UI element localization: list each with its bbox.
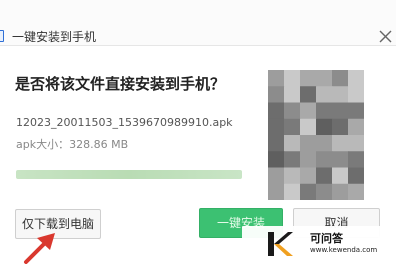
- qr-pixel: [332, 183, 349, 200]
- red-arrow-icon: [24, 233, 55, 264]
- file-size: apk大小：328.86 MB: [16, 138, 129, 151]
- qr-pixel: [284, 102, 301, 120]
- qr-pixel: [332, 151, 349, 168]
- qr-pixel: [316, 86, 333, 103]
- qr-pixel: [300, 151, 317, 168]
- qr-pixel: [348, 135, 364, 152]
- title-bar: 一键安装到手机: [0, 0, 396, 46]
- qr-pixel: [316, 118, 333, 136]
- qr-pixel: [268, 70, 285, 87]
- qr-pixel: [284, 70, 301, 87]
- progress-fill: [16, 170, 242, 179]
- qr-pixel: [284, 183, 301, 200]
- qr-pixel: [300, 70, 317, 87]
- qr-pixel: [348, 118, 364, 136]
- qr-pixel: [268, 118, 285, 136]
- file-name: 12023_20011503_1539670989910.apk: [16, 116, 233, 129]
- qr-code-image: [268, 70, 364, 200]
- watermark-site-name: 可问答: [310, 232, 343, 245]
- qr-pixel: [316, 183, 333, 200]
- qr-pixel: [332, 135, 349, 152]
- k-logo-icon: [268, 232, 293, 256]
- qr-pixel: [332, 70, 349, 87]
- watermark-site-url: www.kewenda.com: [310, 246, 378, 254]
- qr-pixel: [348, 86, 364, 103]
- install-dialog: 一键安装到手机 是否将该文件直接安装到手机？ 12023_20011503_15…: [0, 0, 396, 264]
- qr-pixel: [348, 102, 364, 120]
- qr-pixel: [268, 135, 285, 152]
- qr-pixel: [268, 183, 285, 200]
- qr-pixel: [316, 70, 333, 87]
- qr-pixel: [332, 167, 349, 185]
- qr-pixel: [284, 151, 301, 168]
- qr-pixel: [284, 118, 301, 136]
- qr-pixel: [348, 167, 364, 185]
- qr-pixel: [268, 86, 285, 103]
- watermark: 可问答 www.kewenda.com: [242, 226, 390, 260]
- qr-pixel: [348, 183, 364, 200]
- qr-pixel: [300, 118, 317, 136]
- qr-pixel: [316, 151, 333, 168]
- qr-pixel: [332, 118, 349, 136]
- qr-pixel: [284, 167, 301, 185]
- qr-pixel: [316, 102, 333, 120]
- qr-pixel: [332, 102, 349, 120]
- qr-pixel: [332, 86, 349, 103]
- progress-bar: [16, 170, 242, 179]
- qr-pixel: [284, 86, 301, 103]
- qr-pixel: [268, 167, 285, 185]
- qr-pixel: [316, 135, 333, 152]
- qr-pixel: [300, 135, 317, 152]
- install-question: 是否将该文件直接安装到手机？: [15, 75, 226, 93]
- qr-pixel: [316, 167, 333, 185]
- qr-pixel: [300, 102, 317, 120]
- qr-pixel: [284, 135, 301, 152]
- qr-pixel: [300, 86, 317, 103]
- qr-pixel: [348, 151, 364, 168]
- qr-pixel: [300, 183, 317, 200]
- close-icon[interactable]: [374, 24, 396, 46]
- qr-pixel: [300, 167, 317, 185]
- qr-pixel: [268, 151, 285, 168]
- phone-icon: [0, 30, 4, 42]
- window-title: 一键安装到手机: [12, 30, 97, 44]
- qr-pixel: [268, 102, 285, 120]
- qr-pixel: [348, 70, 364, 87]
